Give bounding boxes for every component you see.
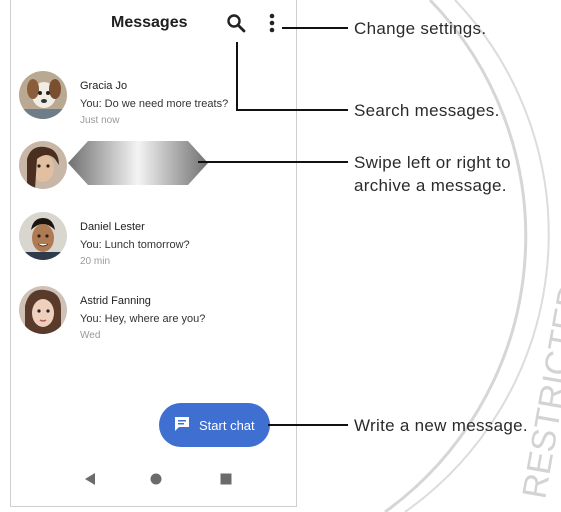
callout-write: Write a new message. bbox=[354, 416, 528, 435]
callout-swipe-line2: archive a message. bbox=[354, 176, 507, 195]
callout-settings: Change settings. bbox=[354, 19, 487, 38]
callout-search: Search messages. bbox=[354, 101, 500, 120]
callout-swipe-line1: Swipe left or right to bbox=[354, 153, 511, 172]
